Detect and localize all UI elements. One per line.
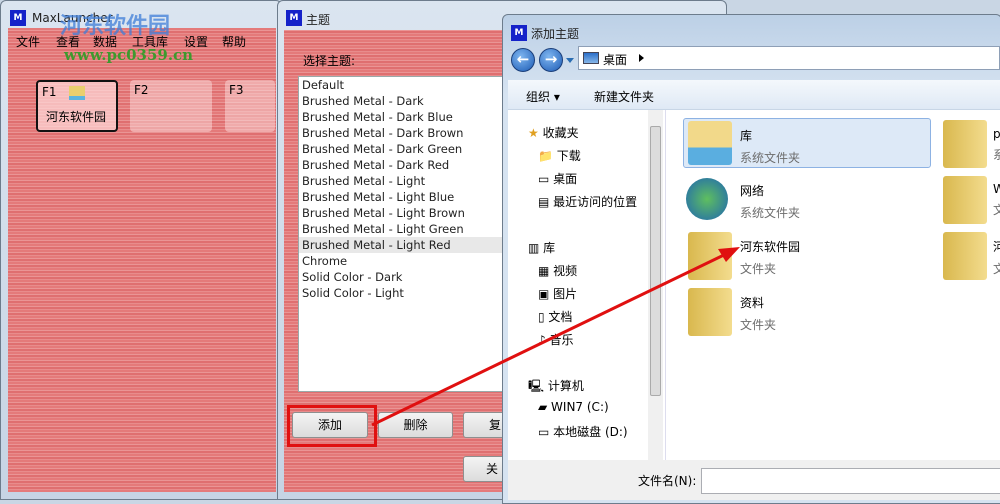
annotation-arrow xyxy=(371,247,740,427)
